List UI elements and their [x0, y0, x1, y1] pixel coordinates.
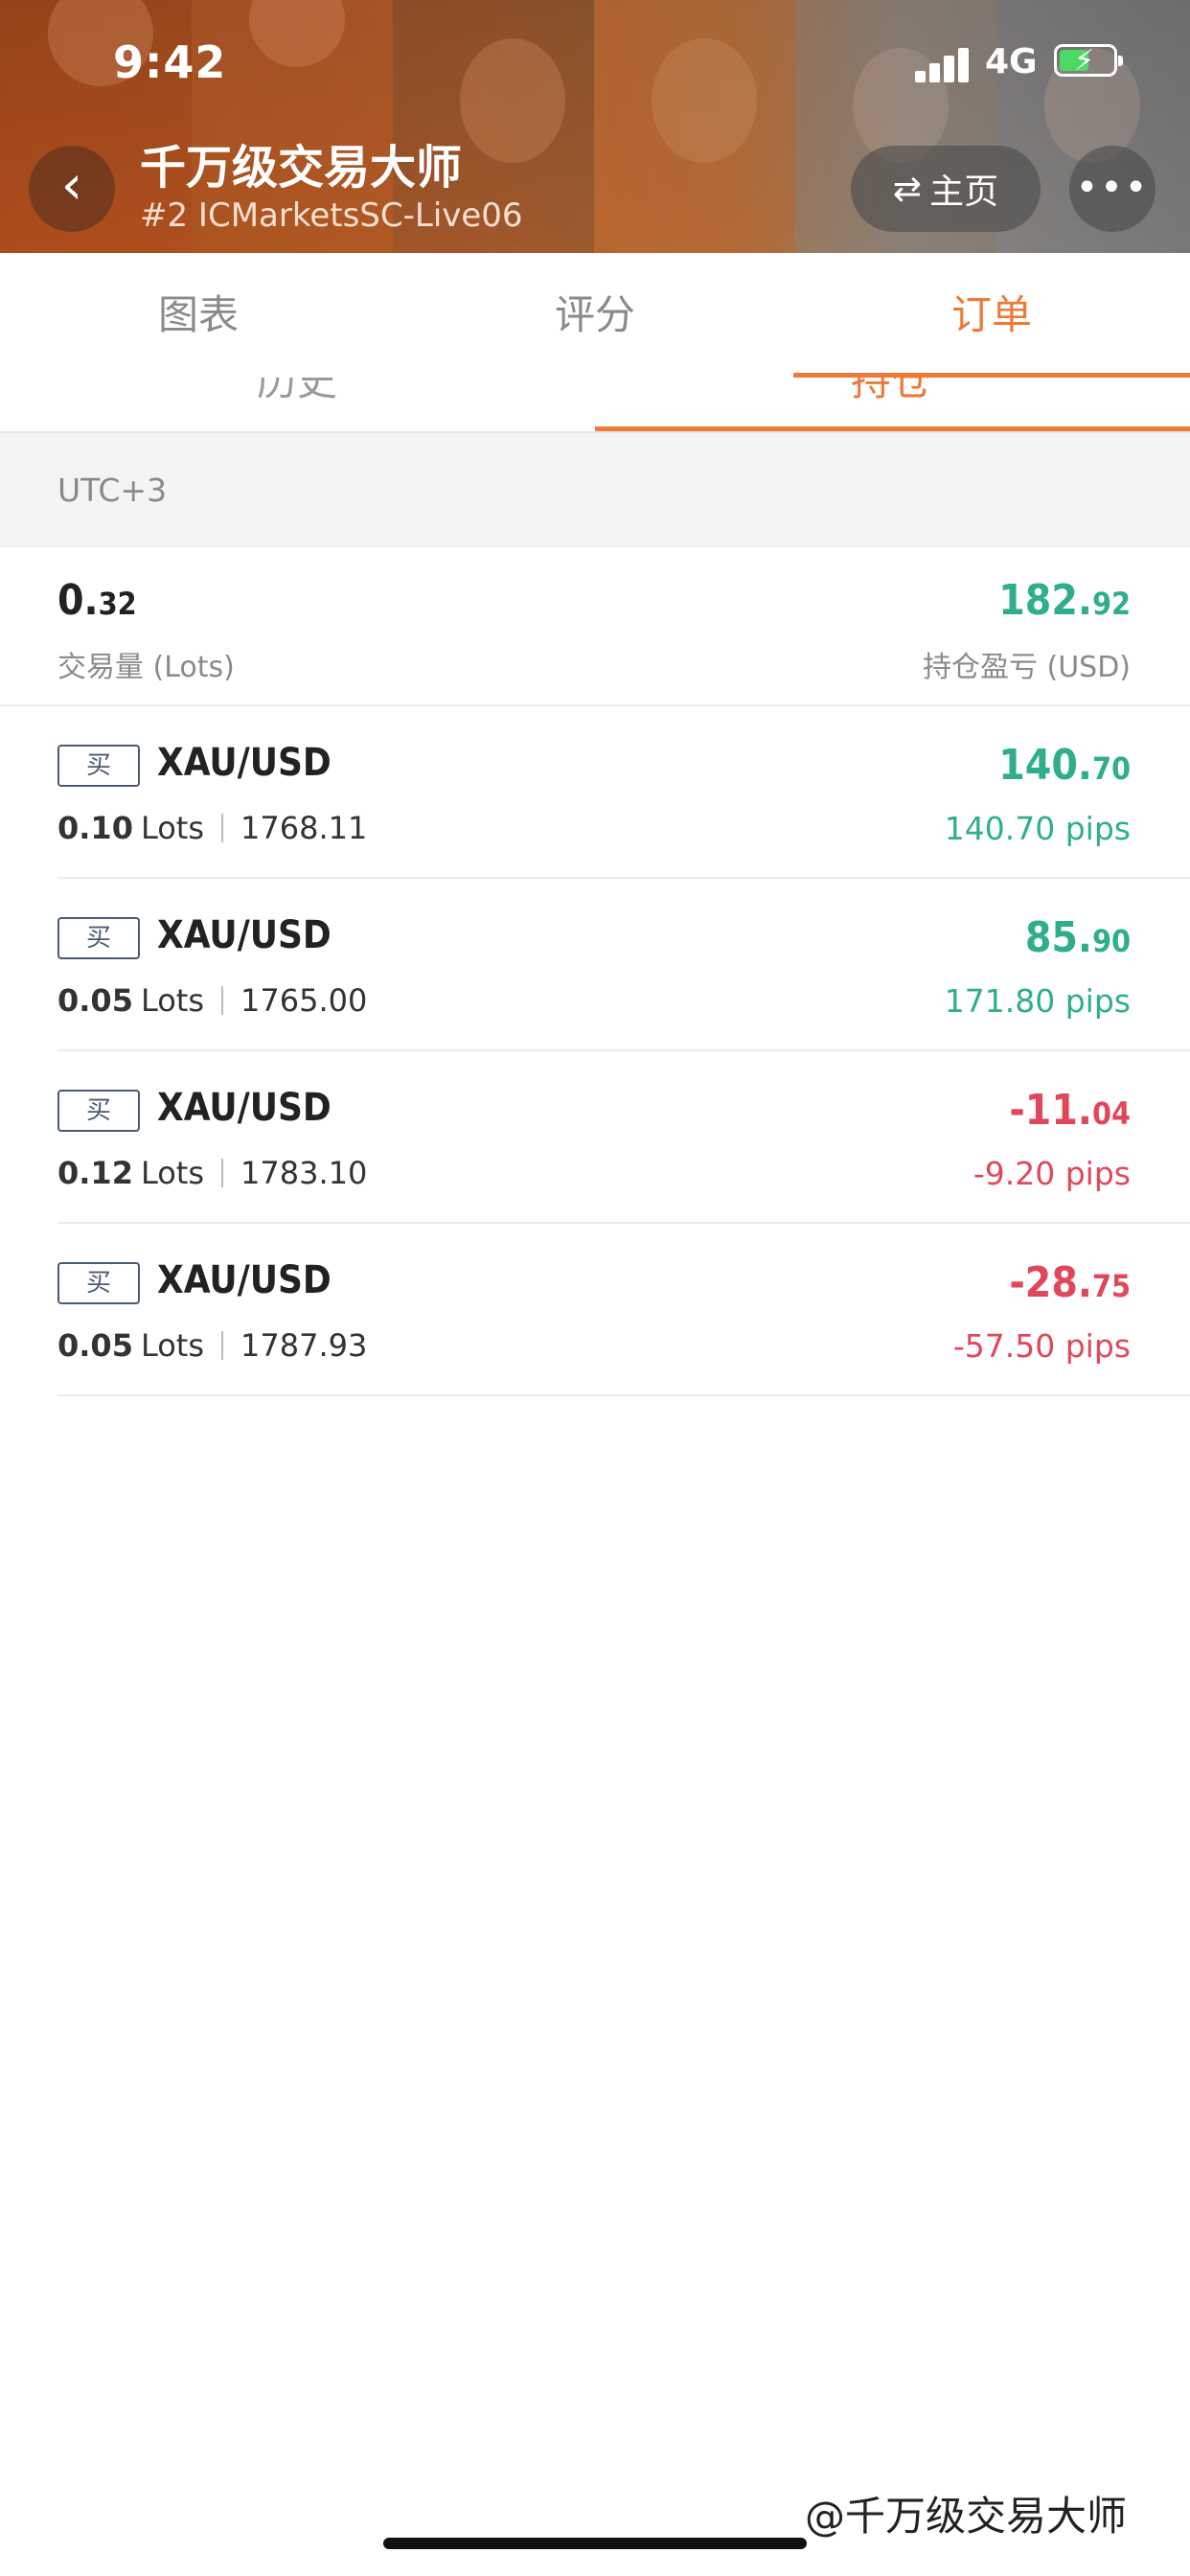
- more-icon: •••: [1075, 166, 1150, 210]
- home-button-label: 主页: [929, 172, 999, 212]
- timezone-label: UTC+3: [57, 472, 168, 509]
- back-button[interactable]: ‹: [29, 146, 115, 232]
- open-price: 1787.93: [240, 1327, 368, 1364]
- account-subtitle: #2 ICMarketsSC-Live06: [140, 196, 523, 235]
- battery-icon: ⚡: [1054, 44, 1123, 78]
- profit-label: 持仓盈亏 (USD): [922, 651, 1131, 684]
- subtab-history[interactable]: 历史: [257, 378, 337, 407]
- total-volume: 0.32: [57, 576, 137, 625]
- order-symbol: XAU/USD: [157, 1258, 332, 1302]
- side-badge: 买: [57, 1262, 140, 1304]
- timezone-bar: UTC+3: [0, 433, 1190, 547]
- swap-icon: ⇄: [892, 169, 923, 209]
- order-lots: 0.05: [57, 982, 133, 1019]
- home-indicator[interactable]: [383, 2538, 807, 2549]
- watermark: @千万级交易大师: [805, 2493, 1128, 2540]
- divider: [221, 814, 224, 842]
- side-badge: 买: [57, 917, 140, 959]
- signal-icon: [915, 46, 971, 82]
- charging-bolt-icon: ⚡: [1074, 44, 1095, 78]
- order-profit: -28.75: [1009, 1258, 1131, 1307]
- order-pips: 171.80 pips: [944, 982, 1131, 1020]
- positions-summary: 0.32 182.92 交易量 (Lots) 持仓盈亏 (USD): [0, 547, 1190, 706]
- order-row[interactable]: 买 XAU/USD 0.12 Lots 1783.10 -11.04 -9.20…: [0, 1051, 1190, 1224]
- order-meta: 0.10 Lots 1768.11: [57, 810, 367, 846]
- total-profit: 182.92: [998, 576, 1131, 625]
- order-lots: 0.12: [57, 1155, 133, 1191]
- tab-orders[interactable]: 订单: [793, 253, 1190, 378]
- order-pips: 140.70 pips: [944, 810, 1131, 847]
- divider: [221, 1159, 224, 1187]
- order-profit: -11.04: [1009, 1086, 1131, 1135]
- open-price: 1768.11: [240, 810, 368, 846]
- subtab-indicator: [595, 426, 1190, 431]
- lots-unit: Lots: [140, 1327, 205, 1364]
- home-button[interactable]: ⇄ 主页: [851, 146, 1041, 232]
- order-lots: 0.10: [57, 810, 133, 846]
- order-row[interactable]: 买 XAU/USD 0.05 Lots 1787.93 -28.75 -57.5…: [0, 1224, 1190, 1396]
- order-profit: 85.90: [1024, 913, 1131, 962]
- order-meta: 0.05 Lots 1765.00: [57, 982, 367, 1019]
- status-bar: 9:42 4G ⚡: [0, 0, 1190, 125]
- open-price: 1783.10: [240, 1155, 368, 1191]
- profile-header: 9:42 4G ⚡ ‹ 千万级交易大师 #2 ICMarketsSC-Live0…: [0, 0, 1190, 253]
- lots-unit: Lots: [140, 810, 205, 846]
- order-subtabs: 历史 持仓: [0, 378, 1190, 433]
- order-pips: -57.50 pips: [952, 1327, 1131, 1365]
- order-row[interactable]: 买 XAU/USD 0.10 Lots 1768.11 140.70 140.7…: [0, 706, 1190, 879]
- tab-rating[interactable]: 评分: [397, 253, 793, 378]
- status-time: 9:42: [113, 36, 227, 88]
- order-symbol: XAU/USD: [157, 1086, 332, 1130]
- tab-chart[interactable]: 图表: [0, 253, 397, 378]
- subtab-positions[interactable]: 持仓: [851, 378, 931, 407]
- volume-label: 交易量 (Lots): [57, 651, 235, 684]
- side-badge: 买: [57, 745, 140, 787]
- order-profit: 140.70: [998, 741, 1131, 790]
- side-badge: 买: [57, 1090, 140, 1132]
- more-button[interactable]: •••: [1069, 146, 1156, 232]
- order-row[interactable]: 买 XAU/USD 0.05 Lots 1765.00 85.90 171.80…: [0, 879, 1190, 1051]
- order-pips: -9.20 pips: [973, 1155, 1131, 1192]
- order-lots: 0.05: [57, 1327, 133, 1364]
- divider: [221, 986, 224, 1015]
- open-price: 1765.00: [240, 982, 368, 1019]
- lots-unit: Lots: [140, 982, 205, 1019]
- order-meta: 0.05 Lots 1787.93: [57, 1327, 367, 1364]
- divider: [221, 1331, 224, 1360]
- order-meta: 0.12 Lots 1783.10: [57, 1155, 367, 1191]
- page-title: 千万级交易大师: [140, 141, 463, 195]
- network-type: 4G: [985, 42, 1038, 81]
- order-symbol: XAU/USD: [157, 913, 332, 957]
- order-symbol: XAU/USD: [157, 741, 332, 785]
- main-tabs: 图表 评分 订单: [0, 253, 1190, 378]
- chevron-left-icon: ‹: [60, 154, 83, 217]
- lots-unit: Lots: [140, 1155, 205, 1191]
